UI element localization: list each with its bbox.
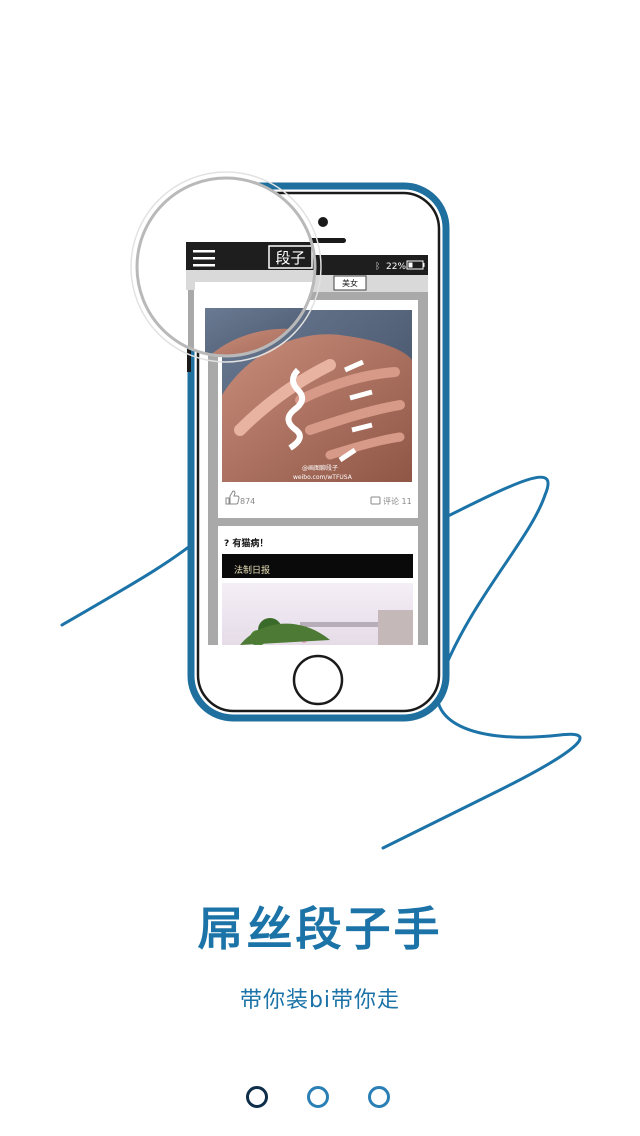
home-button-icon[interactable] <box>292 654 344 706</box>
page-dot-3[interactable] <box>368 1086 390 1108</box>
page-subtitle: 带你装bi带你走 <box>239 988 401 1013</box>
camera-icon <box>318 217 328 227</box>
page-dot-2[interactable] <box>307 1086 329 1108</box>
page-indicator <box>0 1086 640 1110</box>
header-title: 段子 <box>275 249 305 267</box>
post-watermark: @画图聊段子 <box>302 464 338 472</box>
battery-text: 22% <box>386 262 406 272</box>
like-count: 874 <box>240 497 255 506</box>
hamburger-menu-icon[interactable] <box>193 250 215 267</box>
post-watermark-url: weibo.com/wTFUSA <box>293 474 353 481</box>
tab-meinv-label: 美女 <box>342 278 358 288</box>
bluetooth-icon: ᛒ <box>375 261 380 272</box>
comment-label: 评论 11 <box>383 496 412 506</box>
page-dot-1[interactable] <box>246 1086 268 1108</box>
post-title: ? 有猫病！ <box>224 537 268 549</box>
page-title: 屌丝段子手 <box>197 902 443 956</box>
onboarding-illustration: ᛒ 22% 美女 @画图聊段子 weibo.com/wTFUSA 874 评论 … <box>60 171 582 850</box>
post-image-garden <box>222 583 413 645</box>
post-caption: 法制日报 <box>234 564 270 576</box>
